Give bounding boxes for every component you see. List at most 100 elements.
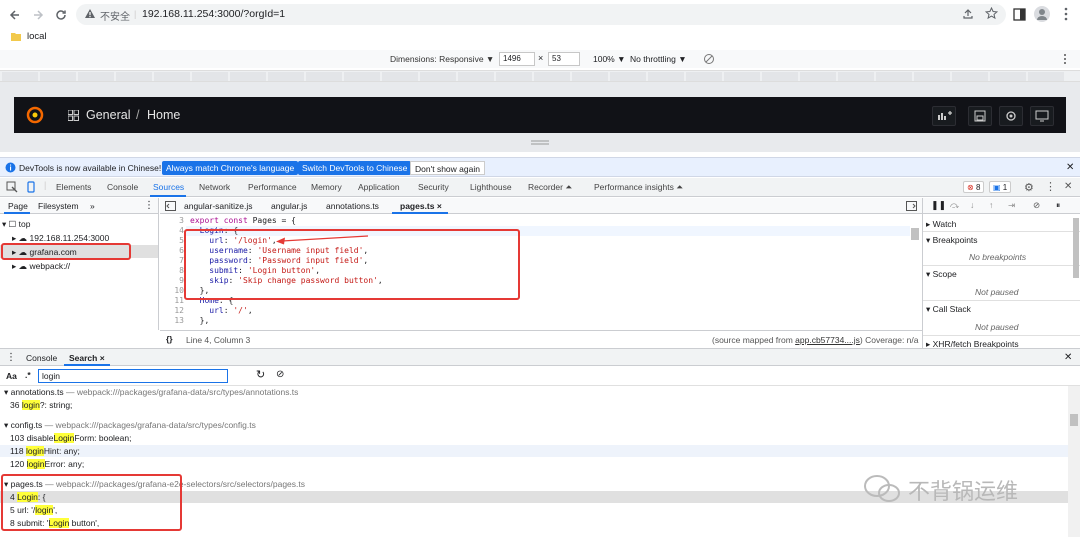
annotation-box-pages <box>1 474 182 531</box>
editor-tab-angular[interactable]: angular.js <box>271 201 307 211</box>
reload-icon[interactable] <box>52 6 70 24</box>
breadcrumb-page[interactable]: Home <box>147 108 180 122</box>
warning-icon[interactable] <box>84 8 96 20</box>
cloud-icon: ☁ <box>18 261 28 271</box>
code-editor: angular-sanitize.js angular.js annotatio… <box>160 198 922 330</box>
drawer-kebab-icon[interactable]: ⋮ <box>6 352 16 363</box>
watch-section[interactable]: ▸ Watch <box>926 219 956 230</box>
tab-console[interactable]: Console <box>107 182 138 192</box>
tab-elements[interactable]: Elements <box>56 182 91 192</box>
nav-more-tabs[interactable]: » <box>90 201 95 211</box>
editor-tab-angular-sanitize[interactable]: angular-sanitize.js <box>184 201 253 211</box>
close-devtools-icon[interactable]: ✕ <box>1064 181 1072 192</box>
pause-on-exceptions-icon[interactable]: ⏸ <box>1056 200 1060 211</box>
pretty-print-button[interactable]: {} <box>166 334 173 344</box>
search-input[interactable]: login <box>38 369 228 383</box>
source-map-link[interactable]: app.cb57734....js <box>795 335 860 345</box>
url-text[interactable]: 192.168.11.254:3000/?orgId=1 <box>142 8 285 20</box>
save-dashboard-button[interactable] <box>968 106 992 126</box>
tab-performance[interactable]: Performance <box>248 182 297 192</box>
device-more-icon[interactable] <box>1062 53 1068 65</box>
address-bar[interactable]: 不安全 | 192.168.11.254:3000/?orgId=1 <box>76 4 1006 25</box>
result-line[interactable]: 36 login?: string; <box>0 399 1068 411</box>
code-line: export const Pages = { <box>190 216 296 225</box>
step-over-icon[interactable]: ⤼ <box>950 200 959 211</box>
step-icon[interactable]: ⇥ <box>1008 200 1015 211</box>
deactivate-breakpoints-icon[interactable]: ⊘ <box>1033 200 1040 211</box>
toggle-debugger-icon[interactable] <box>906 201 917 211</box>
sidepanel-icon[interactable] <box>1013 8 1026 21</box>
width-input[interactable]: 1496 <box>499 52 535 66</box>
profile-avatar[interactable] <box>1034 6 1050 22</box>
drawer-tab-search[interactable]: Search × <box>69 353 105 363</box>
settings-button[interactable] <box>999 106 1023 126</box>
star-icon[interactable] <box>985 7 998 20</box>
breakpoints-section[interactable]: ▾ Breakpoints <box>926 235 978 246</box>
step-into-icon[interactable]: ↓ <box>970 200 974 210</box>
result-line[interactable]: 120 loginError: any; <box>0 458 1068 470</box>
clear-search-icon[interactable]: ⊘ <box>276 369 284 380</box>
results-scrollbar[interactable] <box>1068 386 1080 537</box>
breadcrumb-folder[interactable]: General <box>86 108 130 122</box>
devtools-tabbar: | Elements Console Sources Network Perfo… <box>0 178 1080 197</box>
resize-handle-icon[interactable] <box>531 140 549 146</box>
bookmark-local[interactable]: local <box>27 31 47 42</box>
editor-statusbar: {} Line 4, Column 3 (source mapped from … <box>160 330 922 348</box>
nav-kebab-icon[interactable]: ⋮ <box>144 200 154 211</box>
grafana-logo-icon[interactable] <box>26 106 44 124</box>
error-count-badge[interactable]: ⊗ 8 <box>963 181 985 193</box>
result-line[interactable]: 118 loginHint: any; <box>0 445 1068 457</box>
zoom-select[interactable]: 100% ▼ <box>593 54 626 64</box>
scope-section[interactable]: ▾ Scope <box>926 269 957 280</box>
back-icon[interactable] <box>6 6 24 24</box>
editor-tab-pages[interactable]: pages.ts × <box>400 201 442 211</box>
tab-lighthouse[interactable]: Lighthouse <box>470 182 512 192</box>
watermark-text: 不背锅运维 <box>908 480 1019 505</box>
menu-kebab-icon[interactable] <box>1063 7 1069 21</box>
match-language-button[interactable]: Always match Chrome's language <box>162 161 299 175</box>
tab-security[interactable]: Security <box>418 182 449 192</box>
devtools-more-icon[interactable]: ⋮ <box>1045 180 1056 193</box>
result-file-annotations[interactable]: ▾ annotations.ts — webpack:///packages/g… <box>4 387 298 398</box>
inspect-icon[interactable] <box>6 181 18 193</box>
nav-tab-page[interactable]: Page <box>8 201 28 211</box>
close-drawer-icon[interactable]: ✕ <box>1064 352 1072 363</box>
callstack-section[interactable]: ▾ Call Stack <box>926 304 971 315</box>
editor-scrollbar-thumb[interactable] <box>911 228 919 240</box>
tab-application[interactable]: Application <box>358 182 400 192</box>
throttle-select[interactable]: No throttling ▼ <box>630 54 687 64</box>
step-out-icon[interactable]: ↑ <box>989 200 993 210</box>
tv-mode-button[interactable] <box>1030 106 1054 126</box>
tree-item-top[interactable]: ▾ ☐ top <box>2 219 30 230</box>
match-case-toggle[interactable]: Aa <box>6 371 17 381</box>
refresh-search-icon[interactable]: ↻ <box>256 368 265 381</box>
rotate-icon[interactable] <box>703 53 715 65</box>
dimensions-select[interactable]: Dimensions: Responsive ▼ <box>390 54 494 64</box>
dont-show-button[interactable]: Don't show again <box>410 161 485 175</box>
add-panel-button[interactable] <box>932 106 956 126</box>
result-file-config[interactable]: ▾ config.ts — webpack:///packages/grafan… <box>4 420 256 431</box>
nav-tab-filesystem[interactable]: Filesystem <box>38 201 79 211</box>
switch-chinese-button[interactable]: Switch DevTools to Chinese <box>298 161 412 175</box>
tree-item-webpack[interactable]: ▸ ☁ webpack:// <box>12 261 70 272</box>
result-line[interactable]: 103 disableLoginForm: boolean; <box>0 432 1068 444</box>
tab-memory[interactable]: Memory <box>311 182 342 192</box>
editor-tab-annotations[interactable]: annotations.ts <box>326 201 379 211</box>
forward-icon[interactable] <box>29 6 47 24</box>
cloud-icon: ☁ <box>18 233 28 243</box>
message-count-badge[interactable]: ▣ 1 <box>989 181 1012 193</box>
tab-recorder[interactable]: Recorder ⏶ <box>528 182 572 193</box>
sidebar-scrollbar-thumb[interactable] <box>1073 218 1079 278</box>
device-toggle-icon[interactable] <box>25 181 37 193</box>
tab-network[interactable]: Network <box>199 182 230 192</box>
height-input[interactable]: 53 <box>548 52 580 66</box>
regex-toggle[interactable]: .* <box>25 370 31 380</box>
toggle-navigator-icon[interactable] <box>165 201 176 211</box>
drawer-tab-console[interactable]: Console <box>26 353 57 363</box>
close-infobar-icon[interactable]: ✕ <box>1066 162 1074 173</box>
tab-performance-insights[interactable]: Performance insights ⏶ <box>594 182 683 193</box>
share-icon[interactable] <box>962 8 974 20</box>
settings-gear-icon[interactable]: ⚙ <box>1024 181 1034 194</box>
pause-icon[interactable]: ❚❚ <box>931 200 946 211</box>
tab-sources[interactable]: Sources <box>153 182 184 192</box>
